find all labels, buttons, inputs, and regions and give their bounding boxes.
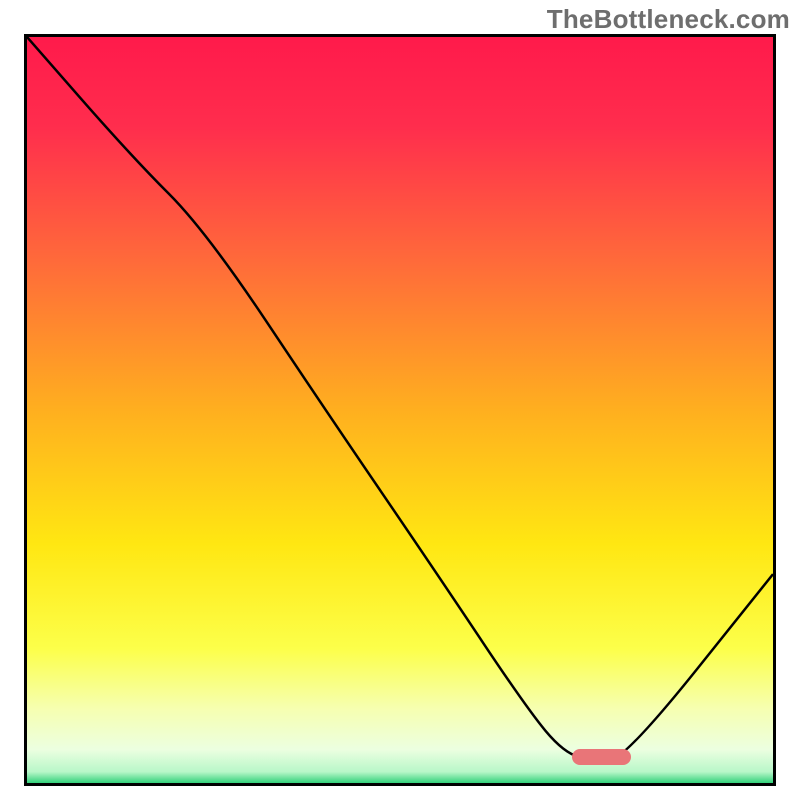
bottleneck-curve: [27, 37, 773, 783]
watermark-text: TheBottleneck.com: [547, 4, 790, 35]
plot-area: [24, 34, 776, 786]
chart-container: TheBottleneck.com: [0, 0, 800, 800]
bottleneck-curve-path: [27, 37, 773, 761]
optimal-range-marker: [572, 749, 632, 765]
